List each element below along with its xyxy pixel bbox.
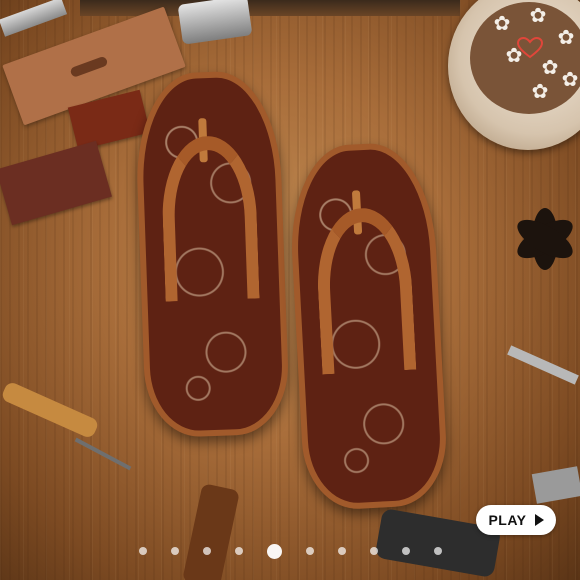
carousel-dot[interactable] — [401, 547, 410, 555]
play-triangle-icon — [534, 514, 544, 526]
carousel-dot-active[interactable] — [266, 543, 282, 559]
flower-decoration: ✿ — [541, 57, 559, 79]
black-leather-flower — [498, 172, 580, 322]
workbench-edge — [80, 0, 460, 16]
flower-decoration: ✿ — [561, 69, 579, 91]
product-media-viewer[interactable]: ✿ ✿ ✿ ✿ ✿ ✿ ✿ PLAY — [0, 0, 580, 580]
flower-decoration: ✿ — [529, 5, 547, 27]
flower-decoration: ✿ — [531, 81, 549, 103]
carousel-pagination — [0, 542, 580, 560]
play-label: PLAY — [488, 512, 527, 528]
carousel-dot[interactable] — [433, 547, 442, 555]
carousel-dot[interactable] — [138, 547, 147, 555]
flower-decoration: ✿ — [557, 27, 575, 49]
carousel-dot[interactable] — [202, 547, 211, 555]
carousel-dot[interactable] — [234, 547, 243, 555]
carousel-dot[interactable] — [170, 547, 179, 555]
carousel-dot[interactable] — [337, 547, 346, 555]
heart-outline-path — [516, 36, 544, 59]
left-sandal — [133, 69, 291, 439]
flower-decoration: ✿ — [493, 13, 511, 35]
heart-outline-icon — [516, 36, 544, 59]
right-sandal — [286, 140, 450, 512]
leather-slot — [69, 55, 109, 78]
carousel-dot[interactable] — [305, 547, 314, 555]
carousel-dot[interactable] — [369, 547, 378, 555]
play-button[interactable]: PLAY — [476, 505, 556, 535]
